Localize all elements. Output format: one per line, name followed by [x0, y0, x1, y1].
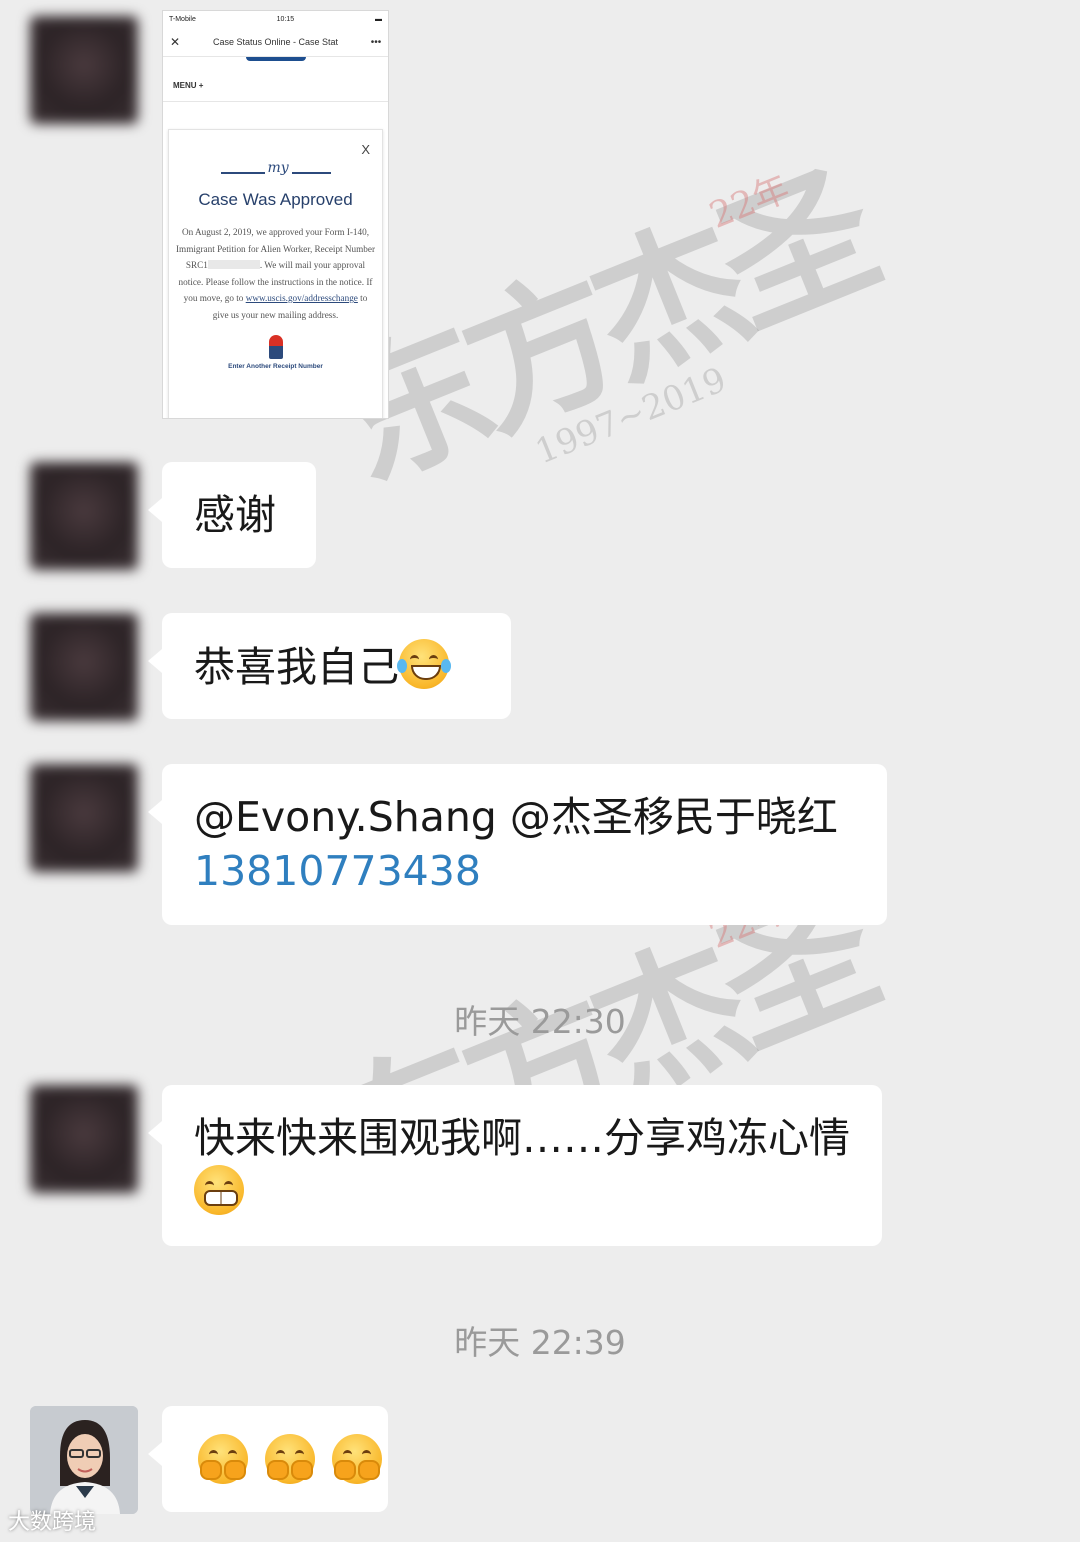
message-bubble[interactable]: 感谢 [148, 462, 316, 568]
hugging-emoji-icon [198, 1434, 248, 1484]
avatar[interactable] [30, 462, 138, 570]
phone-number-link[interactable]: 13810773438 [194, 844, 887, 898]
more-icon: ••• [370, 36, 382, 48]
address-change-link: www.uscis.gov/addresschange [245, 293, 358, 303]
avatar[interactable] [30, 764, 138, 872]
grimacing-emoji-icon [194, 1165, 244, 1215]
torch-icon [268, 335, 283, 359]
hugging-emoji-icon [265, 1434, 316, 1484]
avatar[interactable] [30, 1085, 138, 1193]
close-icon: ✕ [169, 35, 181, 49]
corner-watermark: 大数跨境 [8, 1510, 97, 1535]
timestamp: 昨天 22:39 [454, 1323, 626, 1362]
screenshot-image[interactable]: T-Mobile 10:15 ▬ ✕ Case Status Online - … [162, 10, 389, 419]
message-text: 快来快来围观我啊……分享鸡冻心情 [194, 1111, 856, 1220]
carrier-label: T-Mobile [169, 16, 196, 23]
menu-label: MENU + [163, 71, 388, 102]
message-bubble[interactable] [148, 1406, 388, 1512]
watermark-top: 东方杰圣 1997~2019 22年 [300, 113, 899, 536]
redacted-block [207, 260, 260, 269]
case-status-card: X my Case Was Approved On August 2, 2019… [168, 129, 383, 418]
person-avatar-icon [30, 1406, 138, 1514]
message-bubble[interactable]: 恭喜我自己 [148, 613, 511, 719]
watermark-years: 1997~2019 [529, 359, 732, 473]
uscis-seal-icon: my [220, 156, 331, 186]
tears-of-joy-emoji-icon [397, 639, 451, 689]
hugging-emoji-icon [332, 1434, 383, 1484]
battery-icon: ▬ [375, 16, 382, 23]
message-text: 恭喜我自己 [194, 639, 511, 694]
case-title: Case Was Approved [198, 190, 353, 209]
avatar[interactable] [30, 16, 138, 124]
nav-title: Case Status Online - Case Stat [212, 37, 339, 47]
watermark-badge: 22年 [704, 168, 796, 237]
mention-text: @Evony.Shang @杰圣移民于晓红 [194, 793, 838, 841]
avatar[interactable] [30, 613, 138, 721]
case-body: On August 2, 2019, we approved your Form… [175, 227, 375, 320]
phone-nav-bar: ✕ Case Status Online - Case Stat ••• [163, 28, 388, 57]
clock-label: 10:15 [276, 16, 295, 23]
card-close-icon: X [361, 142, 370, 157]
header-bar [245, 57, 306, 61]
avatar[interactable] [30, 1406, 138, 1514]
message-text: 感谢 [194, 491, 276, 539]
phone-status-bar: T-Mobile 10:15 ▬ [163, 11, 388, 28]
timestamp: 昨天 22:30 [454, 1002, 626, 1041]
enter-receipt-label: Enter Another Receipt Number [228, 363, 323, 370]
message-bubble[interactable]: 快来快来围观我啊……分享鸡冻心情 [148, 1085, 882, 1246]
message-bubble[interactable]: @Evony.Shang @杰圣移民于晓红 13810773438 [148, 764, 887, 925]
message-emojis [198, 1434, 388, 1489]
